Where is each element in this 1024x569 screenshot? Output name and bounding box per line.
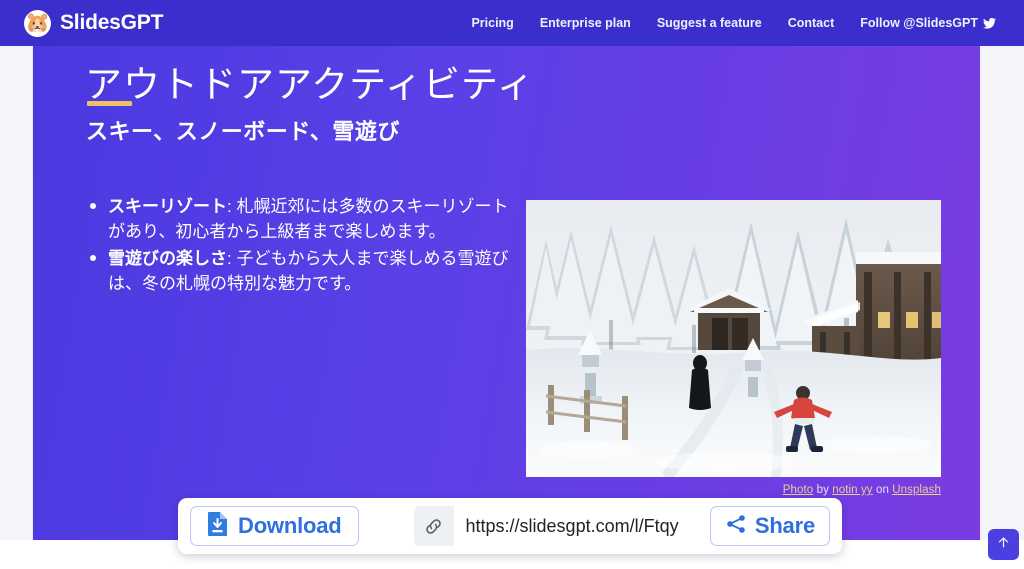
brand-name: SlidesGPT xyxy=(60,11,164,34)
twitter-bird-icon xyxy=(983,17,996,29)
top-navigation-bar: 🐹 SlidesGPT Pricing Enterprise plan Sugg… xyxy=(0,0,1024,46)
file-download-icon xyxy=(207,511,229,541)
share-url-text[interactable]: https://slidesgpt.com/l/Ftqy xyxy=(453,506,693,546)
arrow-up-icon xyxy=(996,535,1011,555)
list-item: スキーリゾート: 札幌近郊には多数のスキーリゾートがあり、初心者から上級者まで楽… xyxy=(90,194,510,244)
nav-link-enterprise-plan[interactable]: Enterprise plan xyxy=(540,16,631,30)
photo-credit-by: by xyxy=(813,484,833,496)
title-accent-rule xyxy=(87,101,132,106)
nav-link-contact[interactable]: Contact xyxy=(788,16,835,30)
scroll-to-top-button[interactable] xyxy=(988,529,1019,560)
download-button[interactable]: Download xyxy=(190,506,359,546)
bullet-text: スキーリゾート: 札幌近郊には多数のスキーリゾートがあり、初心者から上級者まで楽… xyxy=(108,194,510,244)
list-item: 雪遊びの楽しさ: 子どもから大人まで楽しめる雪遊びは、冬の札幌の特別な魅力です。 xyxy=(90,246,510,296)
slide-title: アウトドアアクティビティ xyxy=(85,64,535,105)
brand-logo-group[interactable]: 🐹 SlidesGPT xyxy=(24,9,164,37)
navbar-inner: 🐹 SlidesGPT Pricing Enterprise plan Sugg… xyxy=(0,0,1024,46)
share-button[interactable]: Share xyxy=(709,506,830,546)
photo-credit-source-link[interactable]: Unsplash xyxy=(892,484,941,496)
bullet-lead: スキーリゾート xyxy=(108,197,227,216)
share-link-group: https://slidesgpt.com/l/Ftqy xyxy=(413,506,693,546)
slide-bullet-list: スキーリゾート: 札幌近郊には多数のスキーリゾートがあり、初心者から上級者まで楽… xyxy=(90,194,510,299)
photo-credit-author-link[interactable]: notin yy xyxy=(832,484,872,496)
slide-photo xyxy=(526,200,941,477)
hamster-logo-icon: 🐹 xyxy=(24,9,51,37)
slide-action-bar: Download https://slidesgpt.com/l/Ftqy Sh… xyxy=(178,498,842,554)
slide-canvas[interactable]: アウトドアアクティビティ スキー、スノーボード、雪遊び スキーリゾート: 札幌近… xyxy=(33,46,980,540)
photo-credit-on: on xyxy=(872,484,893,496)
photo-credit-photo-link[interactable]: Photo xyxy=(783,484,814,496)
download-button-label: Download xyxy=(238,513,342,538)
slide-subtitle: スキー、スノーボード、雪遊び xyxy=(86,119,400,144)
nav-link-follow-slidesgpt[interactable]: Follow @SlidesGPT xyxy=(860,16,996,30)
follow-label: Follow @SlidesGPT xyxy=(860,16,978,30)
bullet-lead: 雪遊びの楽しさ xyxy=(108,249,227,269)
bullet-dot-icon xyxy=(90,203,96,209)
nav-link-suggest-a-feature[interactable]: Suggest a feature xyxy=(657,16,762,30)
nav-links: Pricing Enterprise plan Suggest a featur… xyxy=(471,16,1010,30)
photo-credit: Photo by notin yy on Unsplash xyxy=(526,484,941,496)
share-button-label: Share xyxy=(754,513,815,538)
share-nodes-icon xyxy=(725,513,747,540)
nav-link-pricing[interactable]: Pricing xyxy=(471,16,513,30)
link-chain-icon[interactable] xyxy=(413,506,454,546)
page-root: 🐹 SlidesGPT Pricing Enterprise plan Sugg… xyxy=(0,0,1024,569)
bullet-text: 雪遊びの楽しさ: 子どもから大人まで楽しめる雪遊びは、冬の札幌の特別な魅力です。 xyxy=(108,246,510,296)
bullet-dot-icon xyxy=(90,255,96,262)
